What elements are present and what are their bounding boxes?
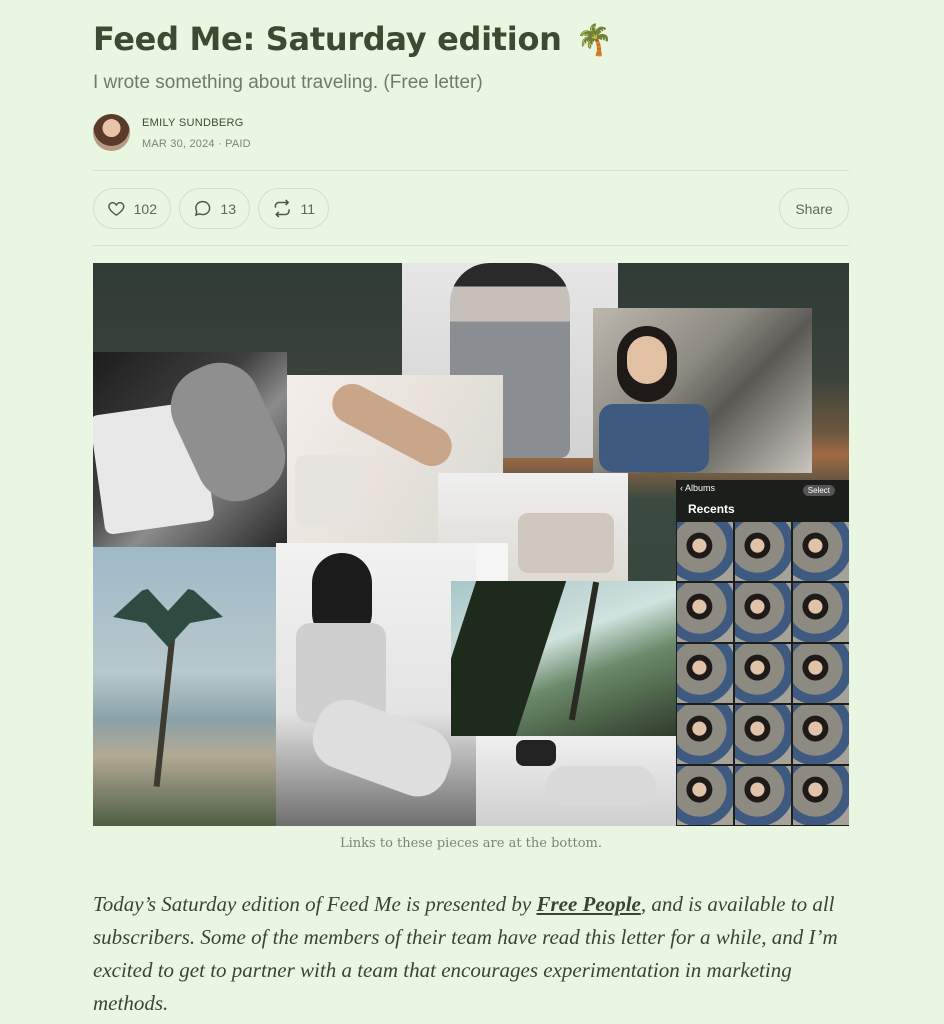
- album-thumbnail: [677, 583, 733, 642]
- albums-title: Recents: [688, 502, 735, 516]
- divider: [93, 170, 849, 171]
- photo-albums-screenshot: ‹ Albums Select Recents: [676, 480, 849, 826]
- album-thumbnail: [735, 705, 791, 764]
- beach-palm-photo: [93, 547, 276, 826]
- post-subtitle: I wrote something about traveling. (Free…: [93, 72, 483, 93]
- author-name[interactable]: EMILY SUNDBERG: [142, 117, 244, 129]
- restack-button[interactable]: 11: [258, 188, 329, 229]
- woman-on-rocks-photo: [593, 308, 812, 473]
- like-button[interactable]: 102: [93, 188, 171, 229]
- restack-icon: [274, 199, 290, 218]
- album-thumbnail: [793, 644, 849, 703]
- album-thumbnail: [793, 766, 849, 825]
- restack-count: 11: [300, 200, 315, 217]
- sneakers-photo: [93, 352, 287, 547]
- free-people-link[interactable]: Free People: [536, 892, 640, 916]
- hero-collage-image: ‹ Albums Select Recents: [93, 263, 849, 826]
- divider: [93, 245, 849, 246]
- album-thumbnail: [677, 766, 733, 825]
- album-thumbnail: [793, 522, 849, 581]
- albums-back-link: ‹ Albums: [680, 483, 716, 493]
- album-thumbnail: [793, 583, 849, 642]
- comment-button[interactable]: 13: [179, 188, 250, 229]
- palm-tree-icon: 🌴: [575, 23, 613, 58]
- album-thumbnail: [735, 644, 791, 703]
- album-thumbnail: [735, 583, 791, 642]
- intro-paragraph: Today’s Saturday edition of Feed Me is p…: [93, 888, 849, 1020]
- albums-select-button: Select: [802, 485, 835, 496]
- album-thumbnail: [677, 522, 733, 581]
- post-title-text: Feed Me: Saturday edition: [93, 20, 562, 58]
- balcony-view-photo: [451, 581, 683, 736]
- hero-caption: Links to these pieces are at the bottom.: [340, 836, 602, 851]
- like-count: 102: [133, 200, 157, 217]
- share-button[interactable]: Share: [779, 188, 849, 229]
- share-label: Share: [795, 200, 833, 217]
- lounging-legs-photo: [476, 736, 676, 826]
- post-meta: MAR 30, 2024 · PAID: [142, 138, 251, 150]
- comment-icon: [194, 200, 211, 217]
- woman-kneeling-photo: [276, 543, 476, 826]
- album-thumbnail: [735, 522, 791, 581]
- album-thumbnail: [677, 644, 733, 703]
- album-thumbnail: [677, 705, 733, 764]
- album-thumbnail: [735, 766, 791, 825]
- post-title: Feed Me: Saturday edition 🌴: [93, 20, 613, 58]
- author-avatar[interactable]: [93, 114, 130, 151]
- intro-text-before: Today’s Saturday edition of Feed Me is p…: [93, 892, 537, 916]
- comment-count: 13: [220, 200, 236, 217]
- heart-icon: [108, 201, 125, 216]
- album-thumbnail: [793, 705, 849, 764]
